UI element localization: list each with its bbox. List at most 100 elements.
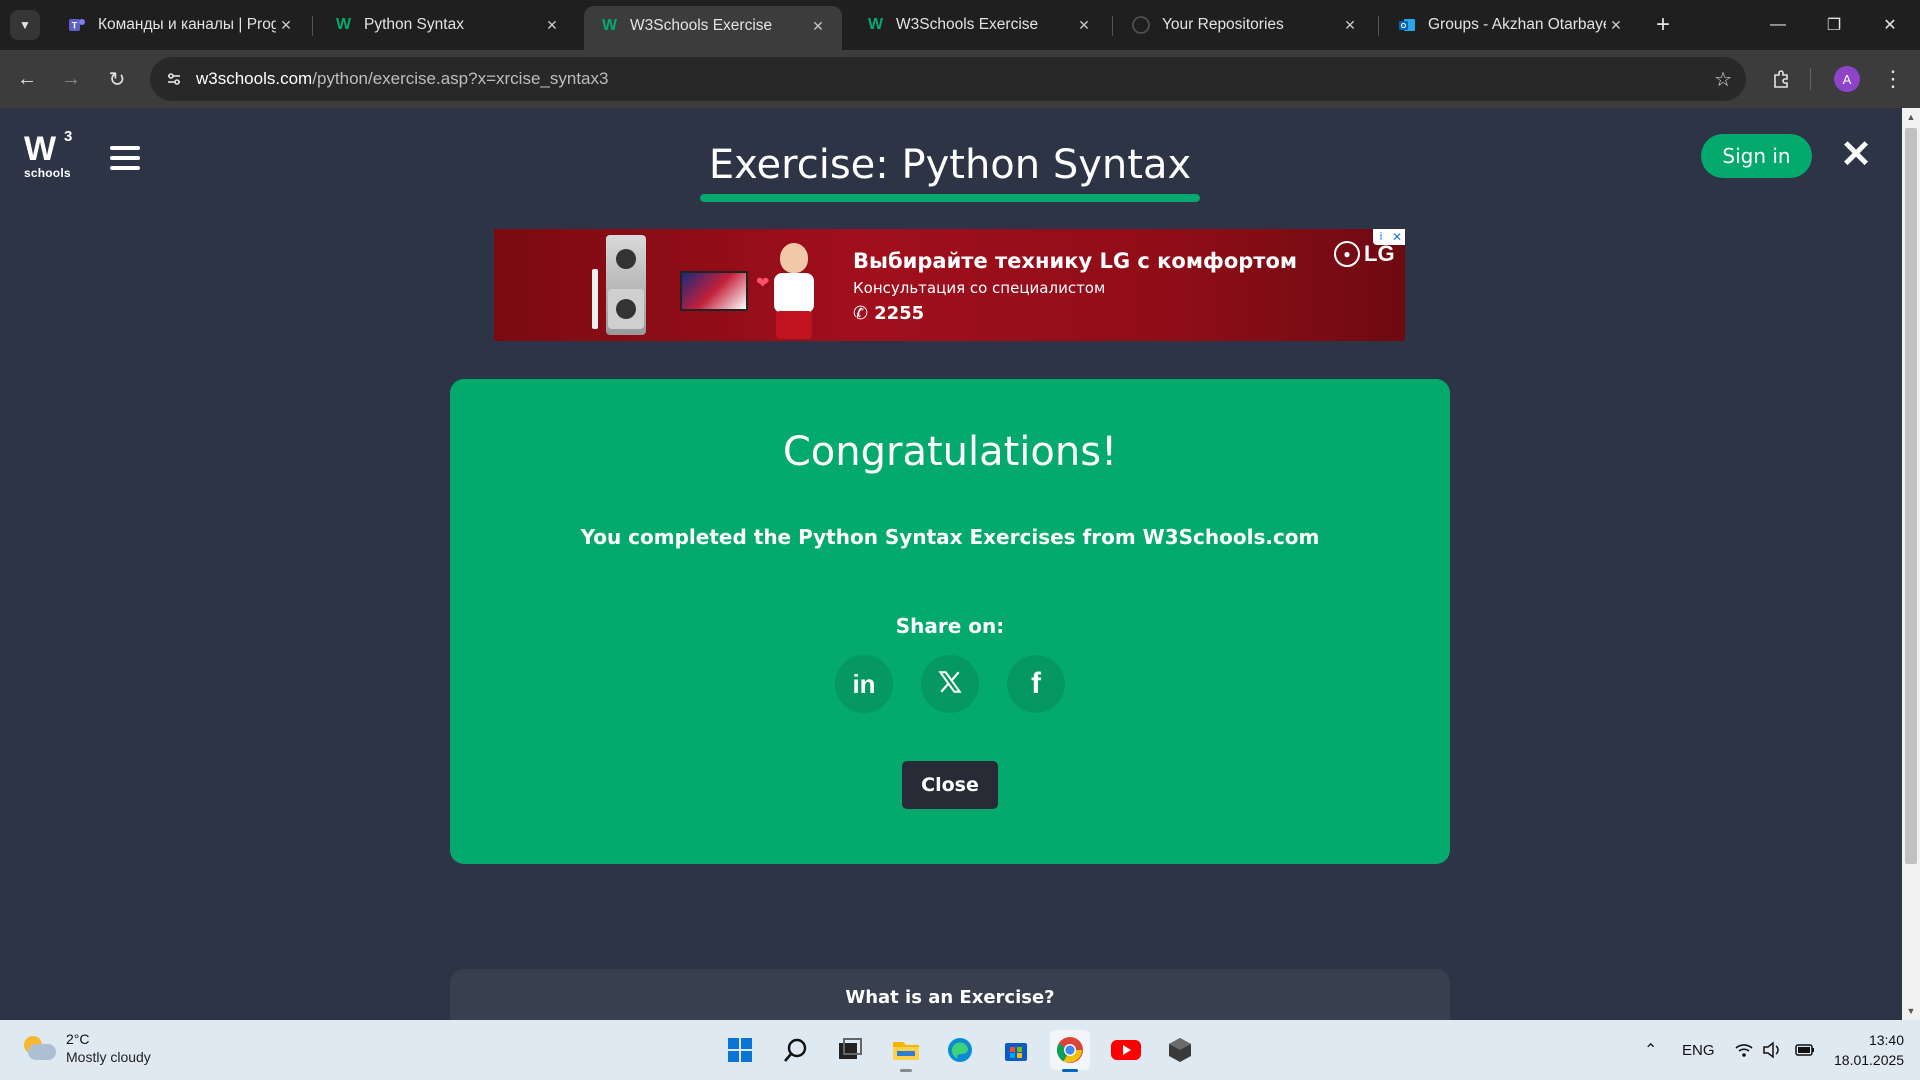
task-view-button[interactable] [830,1030,870,1070]
arrow-left-icon: ← [17,67,37,90]
tab-w3schools-exercise-active[interactable]: W W3Schools Exercise ✕ [584,6,842,50]
teams-icon: T [68,16,86,34]
app-icon [1169,1038,1191,1062]
search-button[interactable] [776,1030,816,1070]
show-hidden-icons[interactable]: ⌃ [1644,1020,1657,1080]
heart-icon: ❤ [756,275,770,292]
restore-button[interactable]: ❐ [1806,0,1862,50]
new-tab-button[interactable]: + [1650,11,1676,38]
linkedin-share-button[interactable]: in [835,655,893,713]
tab-title: Команды и каналы | Progr [98,16,276,33]
extensions-icon[interactable] [1766,64,1796,94]
file-explorer-icon [893,1042,919,1060]
page-scrollbar[interactable]: ▲ ▼ [1902,108,1920,1020]
forward-button[interactable]: → [56,64,86,94]
close-icon[interactable]: ✕ [1074,15,1094,35]
store-button[interactable] [996,1030,1036,1070]
minimize-icon: — [1770,16,1786,33]
washer-drum [616,249,636,269]
tab-strip: ▼ T Команды и каналы | Progr ✕ W Python … [0,0,1920,50]
minimize-button[interactable]: — [1750,0,1806,50]
volume-icon[interactable] [1762,1020,1782,1080]
wifi-icon[interactable] [1734,1020,1754,1080]
app-button[interactable] [1160,1030,1200,1070]
ad-info-icon[interactable]: i [1373,229,1389,245]
url-host: w3schools.com [196,69,313,88]
start-button[interactable] [720,1030,760,1070]
file-explorer-button[interactable] [886,1030,926,1072]
clock[interactable]: 13:40 18.01.2025 [1834,1030,1904,1070]
sign-in-button[interactable]: Sign in [1701,134,1812,178]
windows-start-icon [728,1038,752,1062]
close-icon[interactable]: ✕ [542,15,562,35]
facebook-share-button[interactable]: f [1007,655,1065,713]
store-icon [1005,1043,1027,1061]
tab-separator [312,16,313,36]
more-menu-icon[interactable]: ⋮ [1880,64,1906,94]
share-label: Share on: [895,614,1005,638]
youtube-button[interactable] [1106,1030,1146,1070]
close-icon[interactable]: ✕ [1838,134,1874,176]
completion-message: You completed the Python Syntax Exercise… [580,525,1320,549]
window-close-button[interactable]: ✕ [1862,0,1918,50]
chevron-up-icon: ⌃ [1644,1042,1658,1059]
scrollbar-thumb[interactable] [1905,128,1917,864]
address-bar[interactable]: w3schools.com/python/exercise.asp?x=xrci… [150,57,1746,101]
language-indicator[interactable]: ENG [1682,1020,1715,1080]
scroll-up-icon[interactable]: ▲ [1902,108,1920,126]
chrome-button[interactable] [1050,1030,1090,1072]
scroll-down-icon[interactable]: ▼ [1902,1002,1920,1020]
close-icon[interactable]: ✕ [1606,15,1626,35]
profile-avatar[interactable]: A [1834,66,1860,92]
tv-image [680,271,748,311]
tab-teams[interactable]: T Команды и каналы | Progr ✕ [52,8,310,42]
exercise-progress-bar [700,194,1200,202]
url-path: /python/exercise.asp?x=xrcise_syntax3 [312,69,609,88]
browser-toolbar: ← → ↻ w3schools.com/python/exercise.asp?… [0,50,1920,108]
tab-title: Python Syntax [364,16,464,33]
hamburger-menu-icon[interactable] [110,146,140,172]
tab-python-syntax[interactable]: W Python Syntax ✕ [318,8,576,42]
close-icon[interactable]: ✕ [1340,15,1360,35]
task-view-icon [839,1038,862,1059]
tab-search-button[interactable]: ▼ [10,10,40,40]
lg-circle-icon: ● [1334,241,1360,267]
tab-outlook-groups[interactable]: O Groups - Akzhan Otarbaye ✕ [1382,8,1640,42]
x-share-button[interactable] [921,655,979,713]
svg-text:O: O [1401,23,1407,30]
close-icon[interactable]: ✕ [276,15,296,35]
weather-description: Mostly cloudy [66,1049,151,1065]
ad-close-icon[interactable]: ✕ [1389,229,1405,245]
tab-your-repositories[interactable]: Your Repositories ✕ [1116,8,1374,42]
bookmark-star-icon[interactable]: ☆ [1714,67,1732,92]
page-content: W 3 schools Exercise: Python Syntax Sign… [0,108,1902,1020]
character-image [770,243,818,339]
w3schools-logo[interactable]: W 3 schools [24,128,76,182]
url-text: w3schools.com/python/exercise.asp?x=xrci… [196,69,608,89]
tab-w3schools-exercise[interactable]: W W3Schools Exercise ✕ [850,8,1108,42]
phone-icon: ✆ [853,303,869,324]
battery-icon[interactable] [1794,1020,1818,1080]
reload-button[interactable]: ↻ [102,64,132,94]
close-button[interactable]: Close [902,761,998,809]
chrome-icon [1056,1037,1083,1063]
edge-button[interactable] [940,1030,980,1070]
progress-fill [700,194,1200,202]
close-icon[interactable]: ✕ [808,16,828,36]
x-icon [937,669,963,700]
ad-banner[interactable]: ❤ Выбирайте технику LG с комфортом Консу… [494,229,1405,341]
congratulations-modal: Congratulations! You completed the Pytho… [450,379,1450,864]
linkedin-icon: in [852,668,876,699]
tab-separator [1112,16,1113,36]
congratulations-title: Congratulations! [782,429,1118,475]
tab-separator [1378,16,1379,36]
back-button[interactable]: ← [12,64,42,94]
plus-icon: + [1655,11,1670,38]
clock-time: 13:40 [1868,1032,1904,1048]
youtube-icon [1111,1040,1141,1060]
windows-taskbar: 2°C Mostly cloudy ⌃ ENG 13:40 18.01.2025 [0,1020,1920,1080]
dryer-drum [616,299,636,319]
site-info-icon[interactable] [162,67,186,91]
weather-widget[interactable]: 2°C Mostly cloudy [22,1030,151,1066]
svg-text:T: T [72,21,78,31]
